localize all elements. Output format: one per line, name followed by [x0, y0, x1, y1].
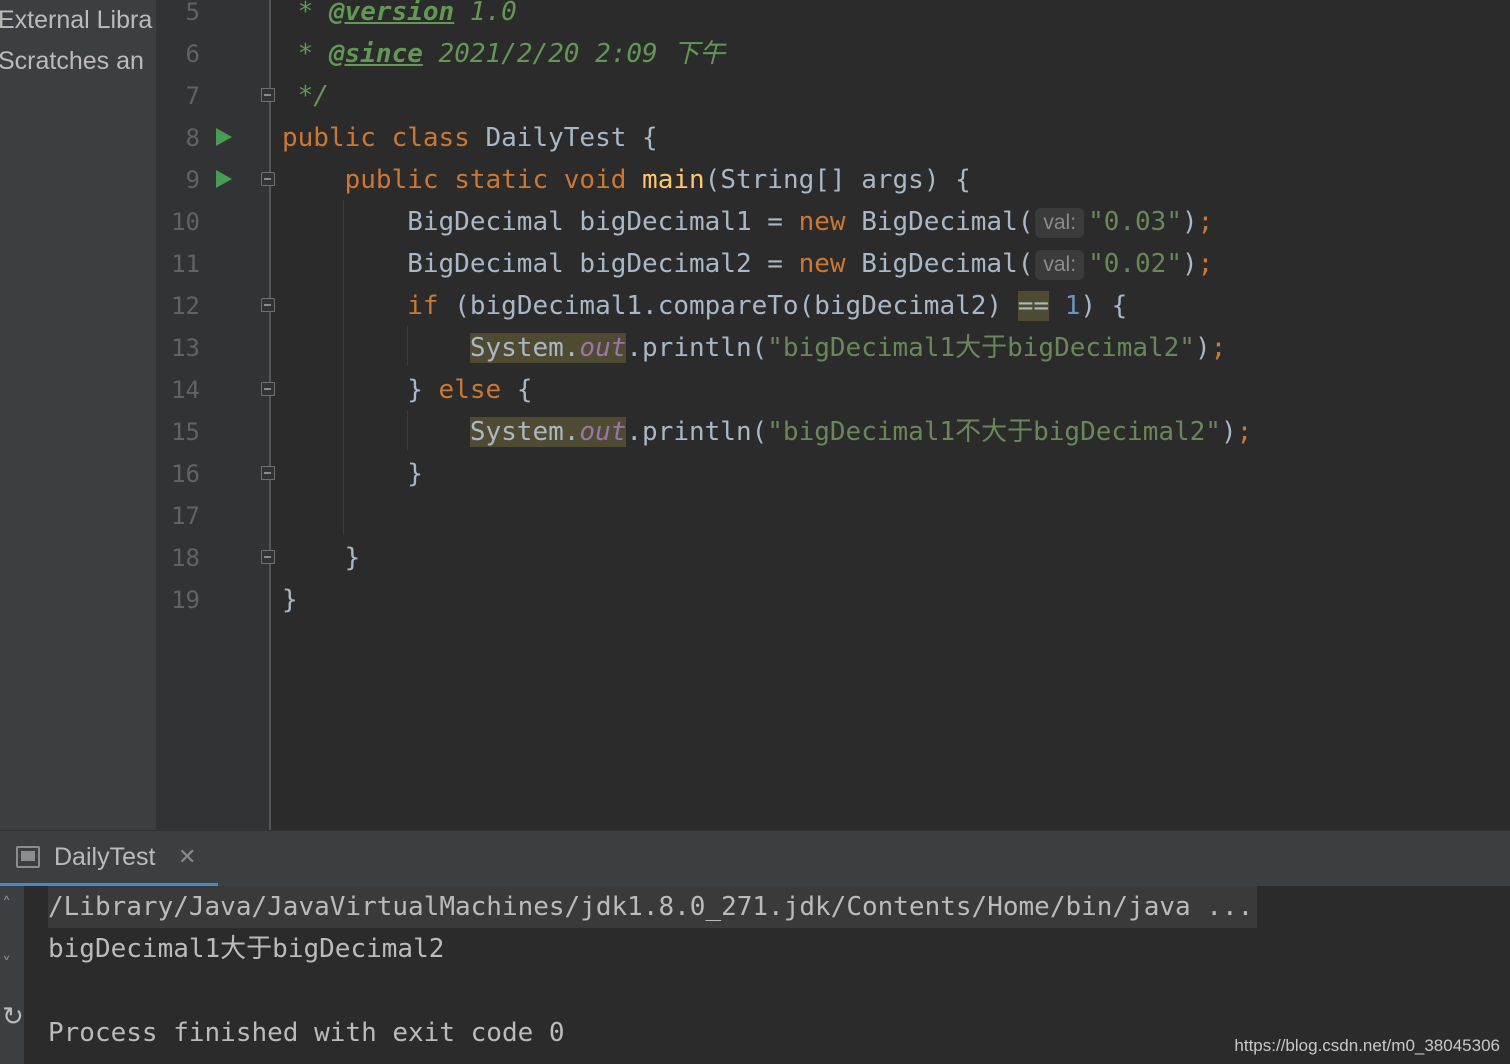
- scroll-down-icon[interactable]: ˅: [2, 954, 11, 975]
- code-line-18[interactable]: }: [282, 537, 361, 579]
- console-line-exit: Process finished with exit code 0: [48, 1018, 565, 1048]
- gutter-divider: [269, 0, 271, 830]
- code-line-12[interactable]: if (bigDecimal1.compareTo(bigDecimal2) =…: [282, 285, 1127, 327]
- line-number: 13: [171, 334, 200, 362]
- class-name: DailyTest: [485, 123, 627, 153]
- line-number: 17: [171, 502, 200, 530]
- code-line-15[interactable]: System.out.println("bigDecimal1不大于bigDec…: [282, 411, 1252, 453]
- console-line-command: /Library/Java/JavaVirtualMachines/jdk1.8…: [48, 886, 1258, 928]
- console-line-output: bigDecimal1大于bigDecimal2: [48, 934, 445, 964]
- line-number: 7: [185, 82, 200, 110]
- code-line-6[interactable]: * @since 2021/2/20 2:09 下午: [282, 33, 726, 75]
- code-line-11[interactable]: BigDecimal bigDecimal2 = new BigDecimal(…: [282, 243, 1213, 285]
- run-tool-window-header: DailyTest ✕: [0, 830, 1510, 887]
- code-line-7[interactable]: */: [282, 75, 329, 117]
- scroll-up-icon[interactable]: ˄: [2, 894, 11, 915]
- code-line-8[interactable]: public class DailyTest {: [282, 117, 658, 159]
- fold-marker-icon[interactable]: [261, 550, 275, 564]
- line-number: 15: [171, 418, 200, 446]
- line-number: 14: [171, 376, 200, 404]
- fold-marker-icon[interactable]: [261, 172, 275, 186]
- tree-item-scratches[interactable]: Scratches an: [0, 41, 144, 81]
- string-literal: "0.03": [1088, 207, 1182, 237]
- fold-marker-icon[interactable]: [261, 298, 275, 312]
- run-tab-label: DailyTest: [54, 843, 156, 871]
- param-hint: val:: [1035, 208, 1085, 238]
- code-line-19[interactable]: }: [282, 579, 298, 621]
- line-number: 19: [171, 586, 200, 614]
- code-line-9[interactable]: public static void main(String[] args) {: [282, 159, 971, 201]
- line-number: 10: [171, 208, 200, 236]
- line-number: 6: [185, 40, 200, 68]
- code-line-13[interactable]: System.out.println("bigDecimal1大于bigDeci…: [282, 327, 1226, 369]
- line-number: 11: [171, 250, 200, 278]
- since-date: 2021/2/20 2:09 下午: [438, 39, 726, 69]
- tree-item-external-libraries[interactable]: External Libra: [0, 0, 152, 40]
- console-toolbar: ˄ ˅ ↻: [0, 886, 24, 1064]
- fold-marker-icon[interactable]: [261, 88, 275, 102]
- console-icon: [16, 846, 40, 868]
- string-literal: "bigDecimal1大于bigDecimal2": [767, 333, 1195, 363]
- run-class-icon[interactable]: [216, 128, 232, 146]
- line-number: 8: [185, 124, 200, 152]
- watermark-text: https://blog.csdn.net/m0_38045306: [1234, 1036, 1500, 1055]
- close-icon[interactable]: ✕: [178, 845, 196, 870]
- fold-marker-icon[interactable]: [261, 466, 275, 480]
- project-tree-panel: External Libra Scratches an: [0, 0, 156, 830]
- line-number: 9: [185, 166, 200, 194]
- code-line-14[interactable]: } else {: [282, 369, 532, 411]
- code-line-16[interactable]: }: [282, 453, 423, 495]
- line-number: 5: [185, 0, 200, 26]
- line-number: 16: [171, 460, 200, 488]
- line-number: 12: [171, 292, 200, 320]
- param-hint: val:: [1035, 250, 1085, 280]
- code-line-5[interactable]: * @version 1.0: [282, 0, 517, 33]
- code-line-10[interactable]: BigDecimal bigDecimal1 = new BigDecimal(…: [282, 201, 1213, 243]
- rerun-icon[interactable]: ↻: [2, 1002, 24, 1032]
- comment-end: */: [297, 81, 329, 111]
- run-tab-dailytest[interactable]: DailyTest ✕: [0, 831, 218, 887]
- line-number: 18: [171, 544, 200, 572]
- string-literal: "0.02": [1088, 249, 1182, 279]
- fold-marker-icon[interactable]: [261, 382, 275, 396]
- string-literal: "bigDecimal1不大于bigDecimal2": [767, 417, 1221, 447]
- run-main-icon[interactable]: [216, 170, 232, 188]
